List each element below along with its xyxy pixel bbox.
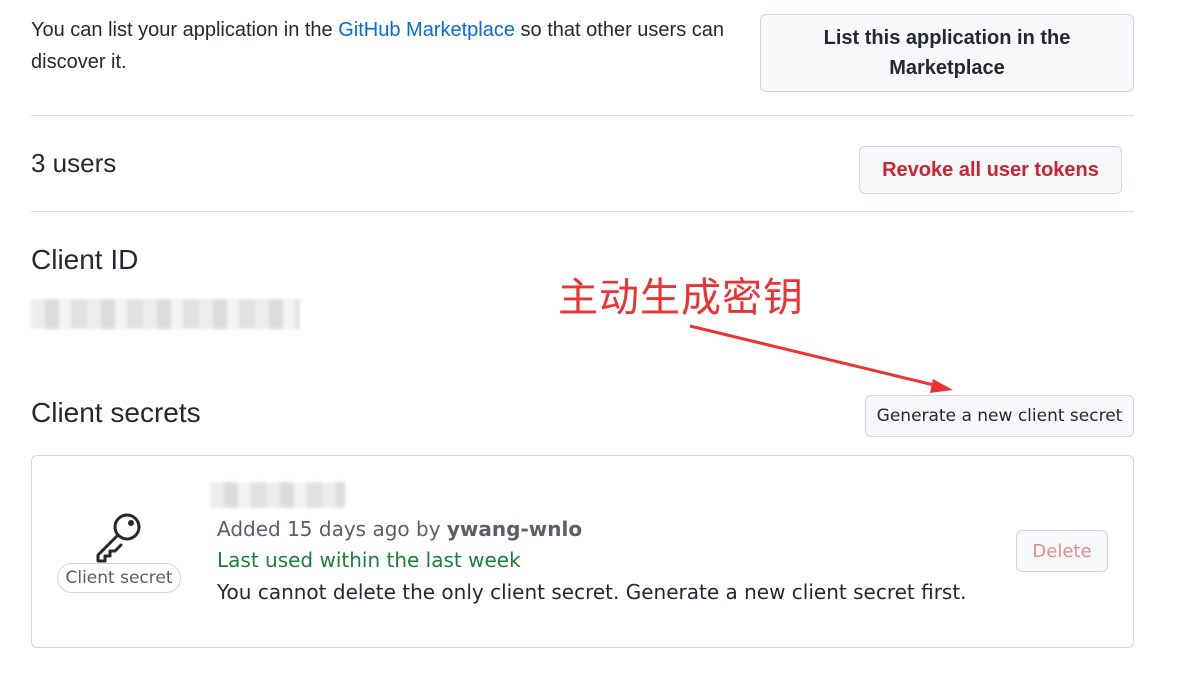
secret-last-used: Last used within the last week [217, 548, 521, 572]
client-id-heading: Client ID [31, 244, 139, 275]
secret-delete-warning: You cannot delete the only client secret… [217, 580, 967, 604]
list-in-marketplace-button[interactable]: List this application in the Marketplace [760, 14, 1134, 92]
client-id-value-redacted [31, 299, 300, 329]
oauth-app-settings-page: You can list your application in the Git… [0, 0, 1186, 676]
secret-added-info: Added 15 days ago by ywang-wnlo [217, 516, 582, 542]
github-marketplace-link[interactable]: GitHub Marketplace [338, 19, 515, 41]
key-icon [96, 513, 141, 563]
client-secret-card [31, 455, 1134, 648]
divider [31, 211, 1134, 212]
marketplace-description: You can list your application in the Git… [31, 14, 761, 78]
secret-added-prefix: Added 15 days ago by [217, 517, 447, 541]
delete-secret-button[interactable]: Delete [1016, 530, 1108, 572]
secret-added-by-user: ywang-wnlo [446, 517, 583, 541]
client-secret-badge: Client secret [57, 563, 181, 593]
divider [31, 115, 1134, 116]
revoke-all-user-tokens-button[interactable]: Revoke all user tokens [859, 146, 1122, 194]
marketplace-text-before: You can list your application in the [31, 19, 339, 41]
client-secrets-heading: Client secrets [31, 397, 201, 428]
annotation-label: 主动生成密钥 [558, 275, 804, 321]
users-count-heading: 3 users [31, 148, 117, 178]
client-secret-value-redacted [210, 482, 345, 508]
generate-client-secret-button[interactable]: Generate a new client secret [865, 395, 1134, 437]
